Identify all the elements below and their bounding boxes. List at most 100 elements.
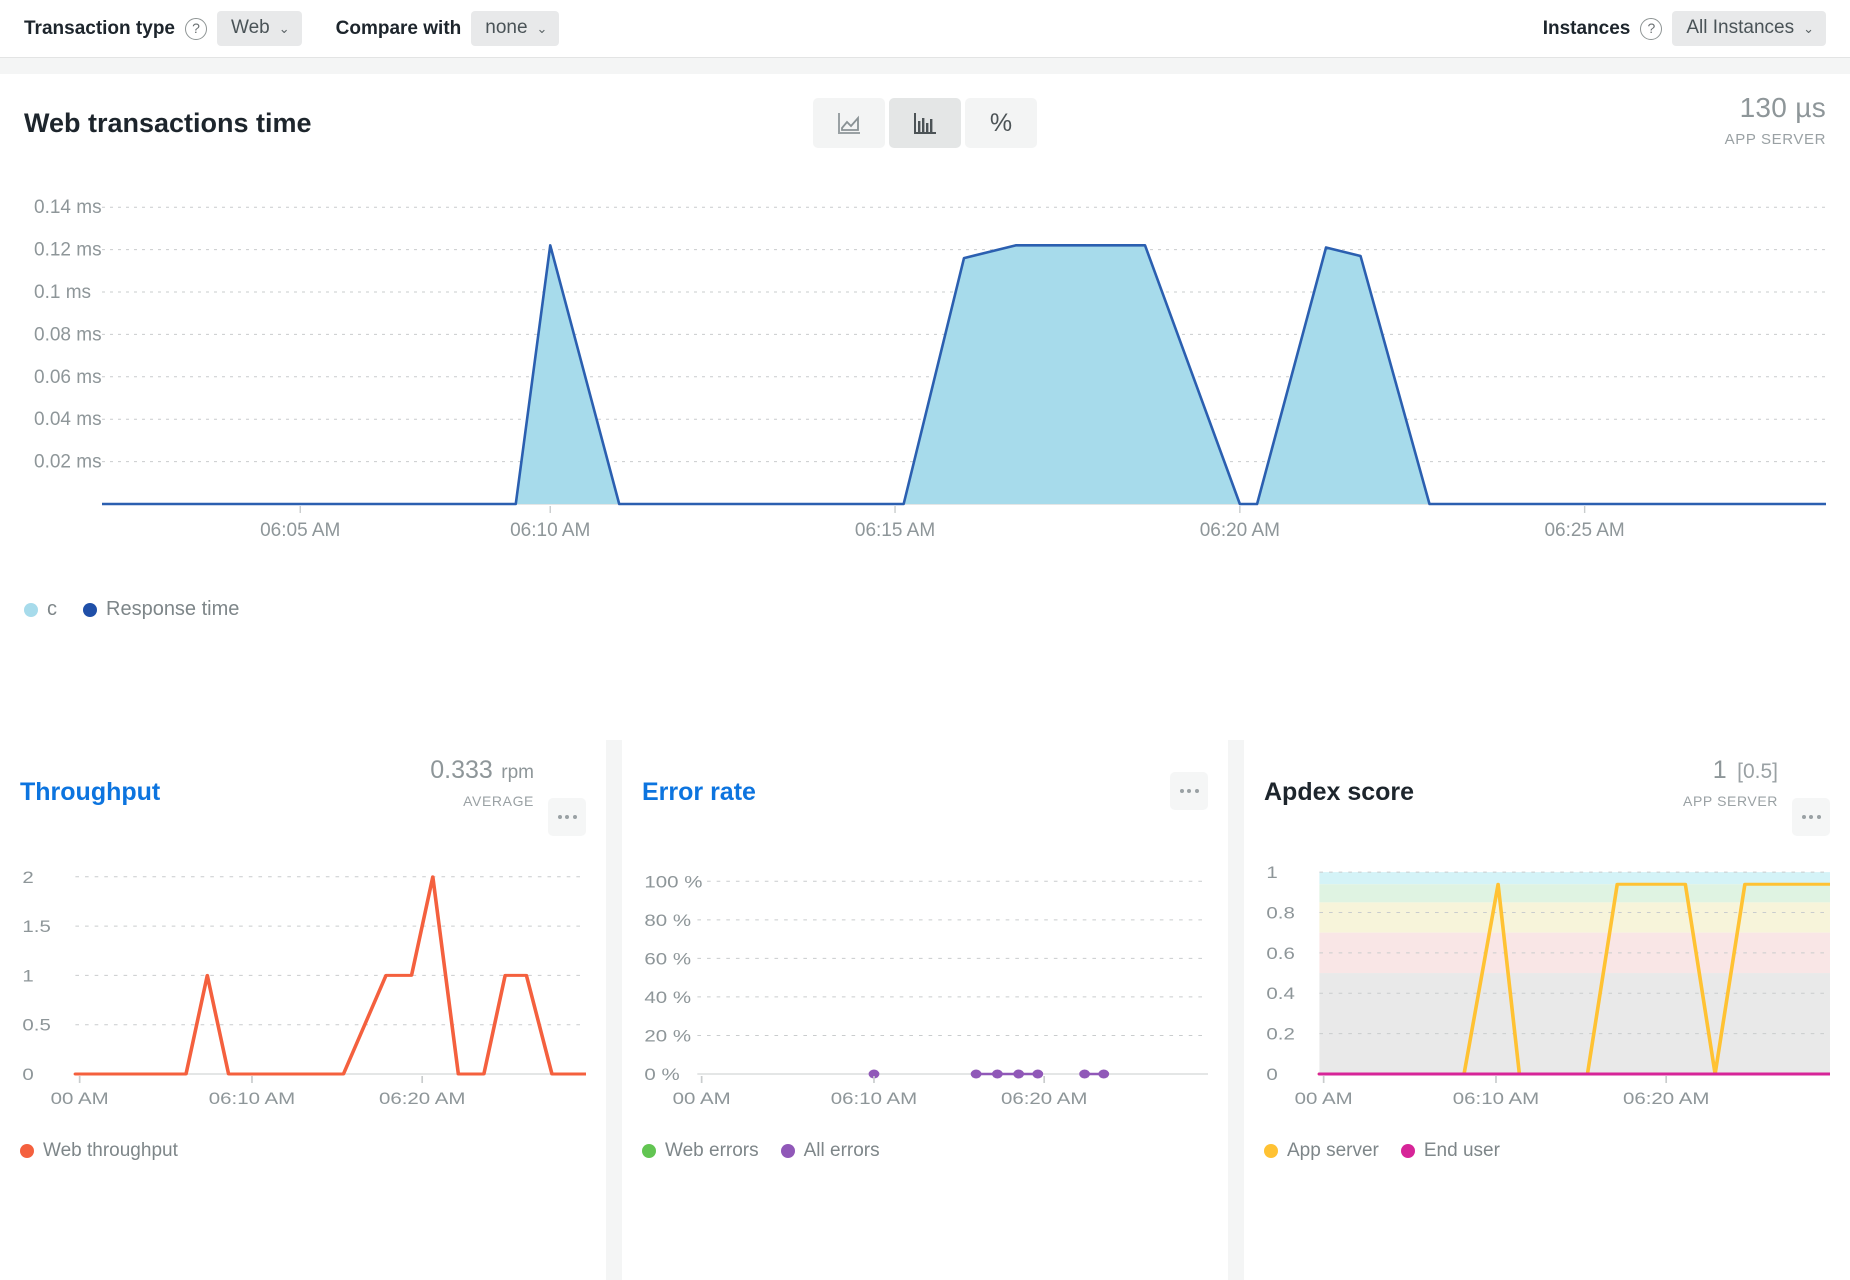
compare-with-value: none — [485, 17, 528, 38]
svg-text:0 %: 0 % — [644, 1065, 680, 1084]
legend-label: Web throughput — [43, 1140, 178, 1161]
svg-text:60 %: 60 % — [644, 949, 691, 968]
legend-color-swatch — [24, 602, 38, 617]
legend-item-web-errors[interactable]: Web errors — [642, 1140, 759, 1162]
apdex-sublabel: APP SERVER — [1683, 793, 1778, 809]
compare-with-label: Compare with — [335, 17, 462, 39]
error-rate-legend: Web errors All errors — [642, 1124, 1208, 1162]
throughput-card-header: Throughput 0.333 rpm AVERAGE — [20, 740, 586, 844]
apdex-card-header: Apdex score 1 [0.5] APP SERVER — [1264, 740, 1830, 844]
help-icon-instances[interactable]: ? — [1640, 17, 1663, 40]
svg-text:00 AM: 00 AM — [673, 1089, 731, 1108]
chart-gridlines — [697, 880, 1208, 1075]
svg-text:1: 1 — [22, 966, 33, 985]
throughput-card: Throughput 0.333 rpm AVERAGE 0 0.5 1 1.5 2 0… — [0, 740, 606, 1280]
svg-text:0.8: 0.8 — [1266, 903, 1294, 922]
area-chart-icon — [838, 113, 860, 134]
chart-plot-area — [697, 1069, 1208, 1079]
svg-text:2: 2 — [22, 867, 33, 886]
svg-text:1: 1 — [1266, 863, 1277, 882]
legend-color-swatch — [780, 1144, 795, 1158]
transaction-type-label: Transaction type — [24, 17, 175, 39]
filter-toolbar: Transaction type ? Web ⌄ Compare with no… — [0, 0, 1850, 58]
main-metric: 130 µs APP SERVER — [1725, 92, 1826, 148]
svg-text:06:10 AM: 06:10 AM — [510, 520, 590, 541]
svg-text:06:05 AM: 06:05 AM — [260, 520, 340, 541]
svg-text:80 %: 80 % — [644, 910, 691, 929]
svg-text:0.5: 0.5 — [22, 1015, 50, 1034]
kebab-dot — [1809, 815, 1813, 819]
kebab-dot — [1179, 789, 1184, 793]
apdex-menu-button[interactable] — [1792, 798, 1830, 836]
chart-plot-area — [73, 875, 586, 1076]
web-transactions-chart[interactable]: 0.02 ms 0.04 ms 0.06 ms 0.08 ms 0.1 ms 0.12 m… — [24, 172, 1826, 572]
kebab-dot — [1801, 815, 1806, 819]
legend-label: All errors — [803, 1140, 880, 1161]
legend-label: c — [47, 598, 57, 620]
svg-text:0.1 ms: 0.1 ms — [34, 282, 91, 303]
svg-text:06:10 AM: 06:10 AM — [831, 1089, 917, 1108]
compare-with-filter: Compare with none ⌄ — [336, 11, 560, 46]
svg-text:06:10 AM: 06:10 AM — [209, 1089, 295, 1108]
svg-text:0: 0 — [22, 1065, 33, 1084]
error-rate-title-link[interactable]: Error rate — [642, 778, 756, 807]
transaction-type-value: Web — [231, 17, 270, 38]
legend-color-swatch — [20, 1144, 34, 1158]
throughput-menu-button[interactable] — [548, 798, 586, 836]
instances-dropdown[interactable]: All Instances ⌄ — [1672, 11, 1826, 46]
kebab-dot — [572, 815, 577, 819]
kebab-dot — [1194, 789, 1199, 793]
svg-text:06:20 AM: 06:20 AM — [1001, 1089, 1087, 1108]
kebab-dot — [557, 815, 562, 819]
chart-x-axis: 00 AM 06:10 AM 06:20 AM — [1295, 1076, 1709, 1108]
apdex-legend: App server End user — [1264, 1124, 1830, 1162]
help-icon-transaction-type[interactable]: ? — [185, 17, 207, 40]
apdex-chart[interactable]: 0 0.2 0.4 0.6 0.8 1 00 AM 06:10 AM 06:20 AM — [1264, 844, 1830, 1124]
bar-chart-icon — [914, 113, 936, 134]
kebab-dot — [1187, 789, 1191, 793]
error-rate-chart-svg: 0 % 20 % 40 % 60 % 80 % 100 % 00 AM 06:10 AM 06… — [644, 872, 1208, 1108]
svg-text:0.02 ms: 0.02 ms — [34, 452, 102, 473]
error-rate-menu-button[interactable] — [1170, 772, 1208, 810]
legend-color-swatch — [1400, 1144, 1415, 1158]
legend-color-swatch — [1264, 1144, 1278, 1158]
transaction-type-dropdown[interactable]: Web ⌄ — [217, 11, 302, 46]
throughput-value: 0.333 — [430, 756, 493, 784]
metrics-card-row: Throughput 0.333 rpm AVERAGE 0 0.5 1 1.5 2 0… — [0, 740, 1850, 1280]
legend-item-c[interactable]: c — [24, 598, 57, 621]
legend-item-all-errors[interactable]: All errors — [780, 1140, 880, 1162]
throughput-chart[interactable]: 0 0.5 1 1.5 2 00 AM 06:10 AM 06:20 AM — [20, 844, 586, 1124]
svg-text:0.06 ms: 0.06 ms — [34, 367, 102, 388]
error-rate-chart[interactable]: 0 % 20 % 40 % 60 % 80 % 100 % 00 AM 06:10 AM 06… — [642, 844, 1208, 1124]
legend-item-response-time[interactable]: Response time — [83, 598, 239, 621]
chart-x-axis: 06:05 AM 06:10 AM 06:15 AM 06:20 AM 06:25 AM — [260, 506, 1625, 541]
main-chart-header: Web transactions time % 130 µs APP SERVE… — [24, 74, 1826, 172]
legend-item-app-server[interactable]: App server — [1264, 1140, 1379, 1162]
legend-label: Web errors — [665, 1140, 759, 1161]
apdex-chart-svg: 0 0.2 0.4 0.6 0.8 1 00 AM 06:10 AM 06:20 AM — [1266, 863, 1830, 1108]
web-transactions-chart-svg: 0.02 ms 0.04 ms 0.06 ms 0.08 ms 0.1 ms 0.12 m… — [34, 197, 1826, 541]
svg-text:20 %: 20 % — [644, 1026, 691, 1045]
legend-label: End user — [1423, 1140, 1500, 1161]
throughput-title-link[interactable]: Throughput — [20, 778, 160, 807]
chart-y-axis-labels: 0 % 20 % 40 % 60 % 80 % 100 % — [644, 872, 702, 1084]
chevron-down-icon: ⌄ — [278, 20, 290, 36]
compare-with-dropdown[interactable]: none ⌄ — [471, 11, 560, 46]
area-chart-toggle[interactable] — [813, 98, 885, 148]
chevron-down-icon: ⌄ — [1803, 20, 1814, 36]
percent-toggle[interactable]: % — [965, 98, 1037, 148]
apdex-threshold: [0.5] — [1737, 760, 1778, 783]
svg-text:06:20 AM: 06:20 AM — [379, 1089, 465, 1108]
svg-text:0.6: 0.6 — [1266, 943, 1294, 962]
bar-chart-toggle[interactable] — [889, 98, 961, 148]
legend-item-end-user[interactable]: End user — [1400, 1140, 1500, 1162]
main-metric-value: 130 µs — [1739, 92, 1826, 123]
svg-text:00 AM: 00 AM — [1295, 1089, 1353, 1108]
throughput-metric: 0.333 rpm AVERAGE — [430, 756, 534, 809]
svg-text:0.12 ms: 0.12 ms — [34, 240, 102, 261]
svg-text:0.08 ms: 0.08 ms — [34, 324, 102, 345]
percent-label: % — [989, 108, 1013, 137]
throughput-unit: rpm — [501, 762, 534, 783]
legend-item-web-throughput[interactable]: Web throughput — [20, 1140, 178, 1162]
chart-type-toggle-group: % — [813, 98, 1037, 148]
